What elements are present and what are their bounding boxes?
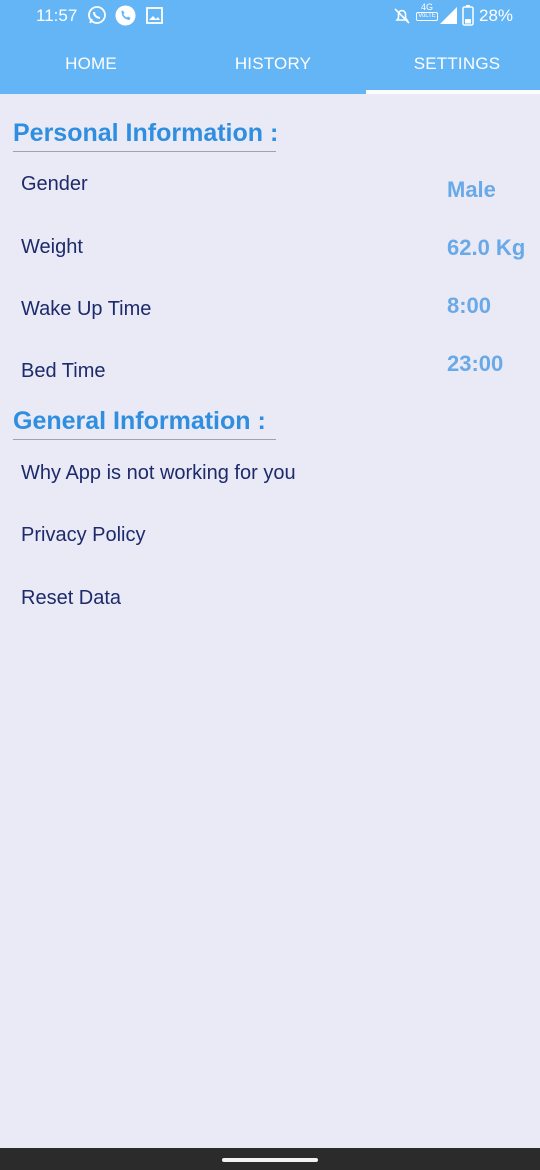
reset-data-item[interactable]: Reset Data xyxy=(21,587,121,610)
bed-time-label[interactable]: Bed Time xyxy=(21,360,105,383)
signal-icon xyxy=(439,6,458,30)
personal-info-divider xyxy=(13,151,276,152)
bed-time-value[interactable]: 23:00 xyxy=(447,351,503,377)
general-info-title: General Information : xyxy=(13,407,266,435)
tab-history[interactable]: HISTORY xyxy=(183,34,363,94)
network-4g-icon: 4G VoLTE xyxy=(416,3,438,21)
tab-settings[interactable]: SETTINGS xyxy=(367,34,540,94)
personal-info-title: Personal Information : xyxy=(13,119,279,147)
battery-icon xyxy=(462,5,474,31)
general-info-divider xyxy=(13,439,276,440)
tab-bar: HOME HISTORY SETTINGS xyxy=(0,34,540,94)
system-nav-bar xyxy=(0,1148,540,1170)
wake-up-time-label[interactable]: Wake Up Time xyxy=(21,298,151,321)
weight-label[interactable]: Weight xyxy=(21,236,83,259)
wake-up-time-value[interactable]: 8:00 xyxy=(447,293,491,319)
bell-off-icon xyxy=(393,7,411,30)
whatsapp-icon xyxy=(87,5,107,30)
status-bar: 11:57 4G VoLTE 28% xyxy=(0,0,540,34)
battery-percent: 28% xyxy=(479,6,514,25)
why-app-not-working-item[interactable]: Why App is not working for you xyxy=(21,462,296,485)
phone-call-icon xyxy=(115,5,136,31)
gender-label[interactable]: Gender xyxy=(21,173,88,196)
gender-value[interactable]: Male xyxy=(447,177,496,203)
tab-indicator xyxy=(366,90,540,94)
privacy-policy-item[interactable]: Privacy Policy xyxy=(21,524,145,547)
weight-value[interactable]: 62.0 Kg xyxy=(447,235,525,261)
image-icon xyxy=(146,7,163,29)
tab-home[interactable]: HOME xyxy=(1,34,181,94)
home-gesture-handle[interactable] xyxy=(222,1158,318,1162)
status-time: 11:57 xyxy=(36,6,78,25)
